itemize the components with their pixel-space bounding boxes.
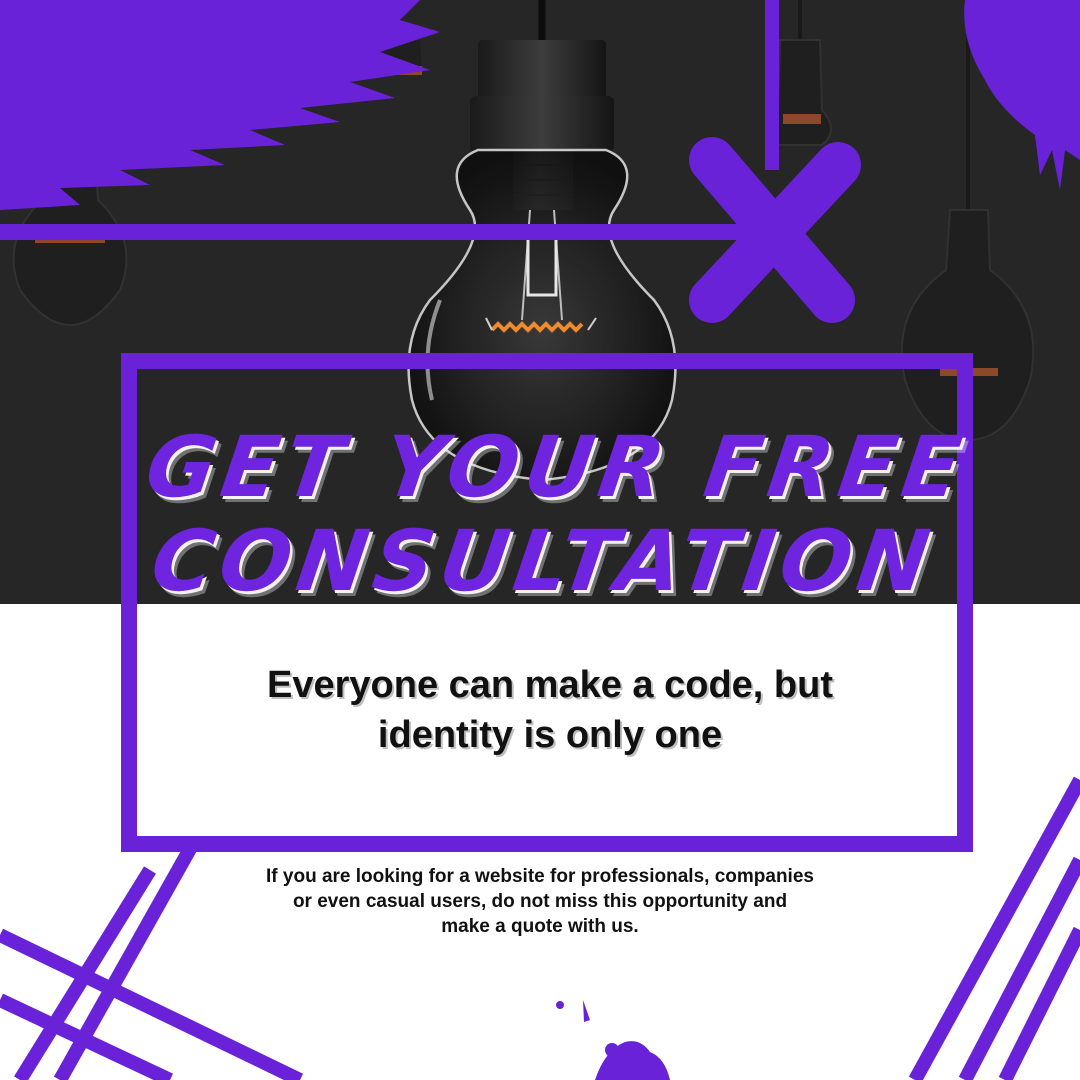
description-line-1: If you are looking for a website for pro… [266, 866, 814, 887]
headline-line-1: GET YOUR FREE [140, 418, 974, 516]
tagline-line-1: Everyone can make a code, but [266, 664, 833, 706]
headline-line-2: CONSULTATION [145, 512, 942, 610]
tagline: Everyone can make a code, but identity i… [150, 660, 950, 760]
poster: GET YOUR FREE CONSULTATION Everyone can … [0, 0, 1080, 1080]
description-line-2: or even casual users, do not miss this o… [292, 891, 788, 912]
description-line-3: make a quote with us. [441, 916, 639, 937]
description: If you are looking for a website for pro… [240, 864, 840, 939]
tagline-line-2: identity is only one [377, 714, 723, 756]
headline: GET YOUR FREE CONSULTATION [127, 418, 974, 610]
paint-drip [556, 1000, 670, 1080]
